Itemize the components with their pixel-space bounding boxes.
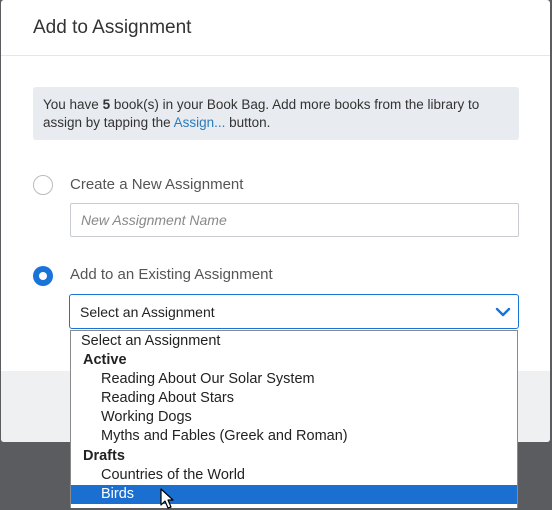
option-countries-of-the-world[interactable]: Countries of the World [71,466,517,485]
dialog-title: Add to Assignment [33,16,192,38]
assignment-select-value: Select an Assignment [80,303,215,320]
new-assignment-name-input[interactable] [70,203,519,237]
existing-assignment-radio[interactable] [33,266,53,286]
assignment-dropdown-list: Select an Assignment Active Reading Abou… [70,330,518,508]
new-assignment-radio[interactable] [33,175,53,195]
info-suffix: button. [225,115,271,130]
new-assignment-label[interactable]: Create a New Assignment [70,176,243,193]
info-prefix: You have [43,97,103,112]
book-bag-info: You have 5 book(s) in your Book Bag. Add… [33,87,519,140]
option-working-dogs[interactable]: Working Dogs [71,408,517,427]
assign-link[interactable]: Assign... [174,115,226,130]
book-count: 5 [102,97,111,112]
option-birds[interactable]: Birds [71,485,517,504]
option-myths-and-fables[interactable]: Myths and Fables (Greek and Roman) [71,427,517,446]
existing-assignment-label[interactable]: Add to an Existing Assignment [70,266,273,283]
optgroup-active: Active [83,352,127,368]
option-reading-about-our-solar-system[interactable]: Reading About Our Solar System [71,370,517,389]
option-reading-about-stars[interactable]: Reading About Stars [71,389,517,408]
mouse-pointer-icon [160,488,174,509]
chevron-down-icon [495,307,511,317]
option-placeholder[interactable]: Select an Assignment [71,332,517,351]
assignment-select[interactable]: Select an Assignment [69,294,519,329]
optgroup-drafts: Drafts [83,448,125,464]
dialog-header: Add to Assignment [1,0,550,56]
